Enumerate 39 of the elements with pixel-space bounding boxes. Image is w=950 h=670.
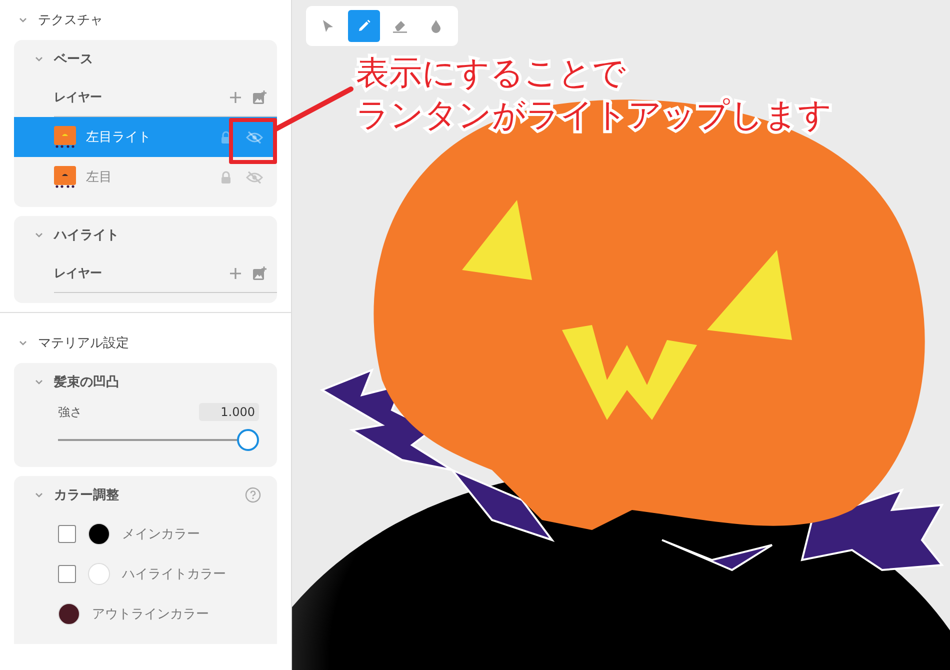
pumpkin-thumbnail-icon <box>54 166 76 188</box>
chevron-down-icon[interactable] <box>34 230 44 240</box>
strength-label: 強さ <box>58 404 82 420</box>
layers-label: レイヤー <box>54 264 103 282</box>
color-swatch[interactable] <box>88 563 110 585</box>
group-title: ハイライト <box>54 227 119 244</box>
chevron-down-icon[interactable] <box>34 377 44 387</box>
pumpkin-thumbnail-icon <box>54 126 76 148</box>
color-swatch[interactable] <box>58 603 80 625</box>
checkbox[interactable] <box>58 525 76 543</box>
color-label: ハイライトカラー <box>122 566 226 583</box>
color-label: アウトラインカラー <box>92 606 209 623</box>
color-swatch[interactable] <box>88 523 110 545</box>
value-field[interactable]: 1.000 <box>198 403 259 421</box>
add-icon[interactable] <box>229 266 242 280</box>
chevron-down-icon[interactable] <box>18 15 28 25</box>
group-title: ベース <box>54 51 93 68</box>
section-title: マテリアル設定 <box>38 335 129 352</box>
add-image-icon[interactable] <box>252 266 267 280</box>
add-image-icon[interactable] <box>252 90 267 104</box>
chevron-down-icon[interactable] <box>34 490 44 500</box>
checkbox[interactable] <box>58 565 76 583</box>
add-icon[interactable] <box>229 90 242 104</box>
chevron-down-icon[interactable] <box>18 338 28 348</box>
group-title: 髪束の凹凸 <box>54 374 119 391</box>
layer-row[interactable]: 左目 <box>14 157 277 197</box>
lock-icon[interactable] <box>220 130 232 144</box>
pencil-icon[interactable] <box>348 10 380 42</box>
lock-icon[interactable] <box>220 170 232 184</box>
highlight-frame <box>229 118 277 164</box>
layers-label: レイヤー <box>54 88 103 106</box>
help-icon[interactable] <box>245 487 261 503</box>
color-label: メインカラー <box>122 526 200 543</box>
chevron-down-icon[interactable] <box>34 54 44 64</box>
slider-thumb[interactable] <box>237 429 259 451</box>
group-title: カラー調整 <box>54 486 119 504</box>
layer-row[interactable]: 左目ライト <box>14 117 277 157</box>
section-title: テクスチャ <box>38 12 103 29</box>
eye-slash-icon[interactable] <box>246 170 263 184</box>
